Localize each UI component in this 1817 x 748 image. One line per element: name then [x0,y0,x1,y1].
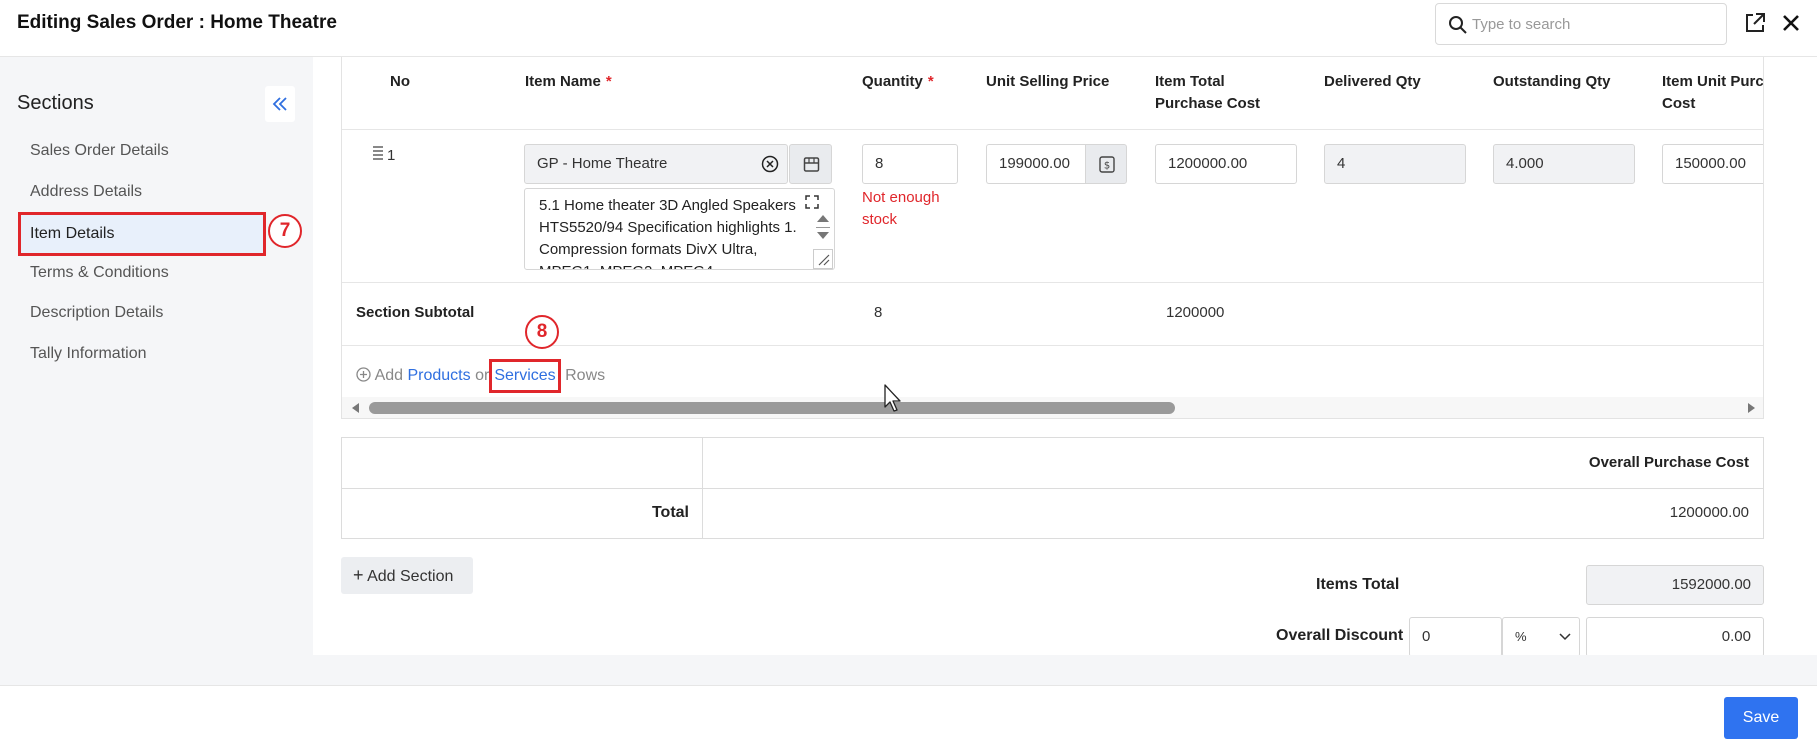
search-box[interactable] [1435,3,1727,45]
outstanding-qty-field: 4.000 [1493,144,1635,184]
subtotal-quantity: 8 [874,304,883,321]
col-header-no: No [390,73,410,90]
add-rows-prefix: Add [374,367,404,384]
sidebar-item-label: Sales Order Details [30,142,169,159]
sidebar-item-label: Address Details [30,183,143,200]
sidebar-item-label: Terms & Conditions [30,264,169,281]
item-description-textarea[interactable]: 5.1 Home theater 3D Angled Speakers HTS5… [524,188,835,270]
sections-title: Sections [17,92,94,114]
divider [342,129,1763,130]
main-panel-bottom [313,655,1817,685]
sidebar-item-label: Tally Information [30,345,147,362]
add-rows-or: or [475,367,490,384]
item-name-field[interactable]: GP - Home Theatre [524,144,788,184]
clear-icon[interactable] [761,155,779,173]
add-section-button[interactable]: + Add Section [341,557,473,594]
col-header-item-unit-purchase-cost: Item Unit Purchase Cost [1662,73,1764,112]
scroll-divider [816,227,830,228]
horizontal-scrollbar[interactable] [342,397,1763,418]
sidebar-item-tally-information[interactable]: Tally Information [18,332,266,376]
row-number: 1 [387,147,396,164]
discount-unit-select[interactable]: % [1502,617,1580,657]
add-products-link[interactable]: Products [407,367,470,384]
discount-amount-field: 0.00 [1586,617,1764,657]
discount-unit-value: % [1515,629,1527,644]
item-table: No Item Name * Quantity * Unit Selling Pri… [341,57,1764,419]
add-services-link[interactable]: Services [489,359,561,393]
currency-icon: $ [1099,156,1115,173]
col-header-item-total-purchase-cost: Item Total Purchase Cost [1155,73,1261,112]
item-total-purchase-cost-input[interactable]: 1200000.00 [1155,144,1297,184]
total-value: 1200000.00 [1669,504,1749,521]
scrollbar-thumb[interactable] [369,402,1175,414]
add-section-label: Add Section [367,568,454,585]
col-header-quantity: Quantity * [862,73,934,90]
sidebar-item-address-details[interactable]: Address Details [18,170,266,214]
sidebar-item-label: Description Details [30,304,164,321]
svg-text:$: $ [1104,161,1110,172]
overall-discount-label: Overall Discount [1276,627,1404,644]
item-unit-purchase-cost-input[interactable]: 150000.00 [1662,144,1763,184]
divider [342,488,1763,489]
unit-selling-price-input[interactable]: 199000.00 [986,144,1086,184]
delivered-qty-field: 4 [1324,144,1466,184]
items-total-field: 1592000.00 [1586,565,1764,605]
divider [342,345,1763,346]
items-total-label: Items Total [1316,576,1400,593]
search-icon [1449,16,1467,34]
store-icon [803,157,820,172]
step-badge-7: 7 [268,214,302,248]
col-header-delivered-qty: Delivered Qty [1324,73,1421,90]
summary-table: Overall Purchase Cost Total 1200000.00 [341,437,1764,539]
divider [342,282,1763,283]
collapse-sidebar-button[interactable] [265,86,295,122]
col-header-item-name: Item Name * [525,73,612,90]
item-lookup-button[interactable] [789,144,832,184]
top-bar: Editing Sales Order : Home Theatre [0,0,1817,57]
open-external-icon[interactable] [1744,12,1766,34]
stock-error-message: Not enough stock [862,189,940,228]
item-description-text: 5.1 Home theater 3D Angled Speakers HTS5… [539,197,797,269]
sidebar-item-description-details[interactable]: Description Details [18,291,266,335]
search-input[interactable] [1472,12,1712,36]
page-title: Editing Sales Order : Home Theatre [17,12,337,33]
col-header-unit-selling-price: Unit Selling Price [986,73,1110,90]
item-name-value: GP - Home Theatre [537,155,668,172]
plus-icon: + [353,565,364,585]
scroll-left-icon[interactable] [350,402,360,414]
drag-handle-icon[interactable] [373,146,383,160]
add-rows-suffix: Rows [565,367,606,384]
sidebar-item-label: Item Details [30,225,115,242]
overall-purchase-cost-header: Overall Purchase Cost [1588,454,1749,471]
subtotal-purchase-cost: 1200000 [1166,304,1225,321]
close-icon[interactable] [1781,13,1801,33]
resize-handle-icon[interactable] [813,249,833,269]
col-header-outstanding-qty: Outstanding Qty [1493,73,1611,90]
scroll-down-icon[interactable] [816,231,830,241]
discount-input[interactable]: 0 [1409,617,1502,657]
section-subtotal-label: Section Subtotal [356,304,475,321]
total-label: Total [651,504,689,521]
save-button[interactable]: Save [1724,697,1798,739]
expand-icon[interactable] [805,195,819,209]
add-circle-icon [356,367,371,382]
sidebar-item-terms-conditions[interactable]: Terms & Conditions [18,251,266,295]
add-rows-bar: Add Products or Services Rows [356,359,605,393]
quantity-input[interactable]: 8 [862,144,958,184]
footer-bar [0,685,1817,748]
step-badge-8: 8 [525,315,559,349]
sidebar-item-sales-order-details[interactable]: Sales Order Details [18,129,266,173]
mouse-cursor-icon [884,384,901,412]
scroll-right-icon[interactable] [1747,402,1757,414]
sidebar-item-item-details[interactable]: Item Details [18,212,266,256]
chevron-down-icon [1559,633,1571,641]
scroll-up-icon[interactable] [816,213,830,223]
double-chevron-left-icon [272,97,287,111]
price-currency-button[interactable]: $ [1085,144,1127,184]
